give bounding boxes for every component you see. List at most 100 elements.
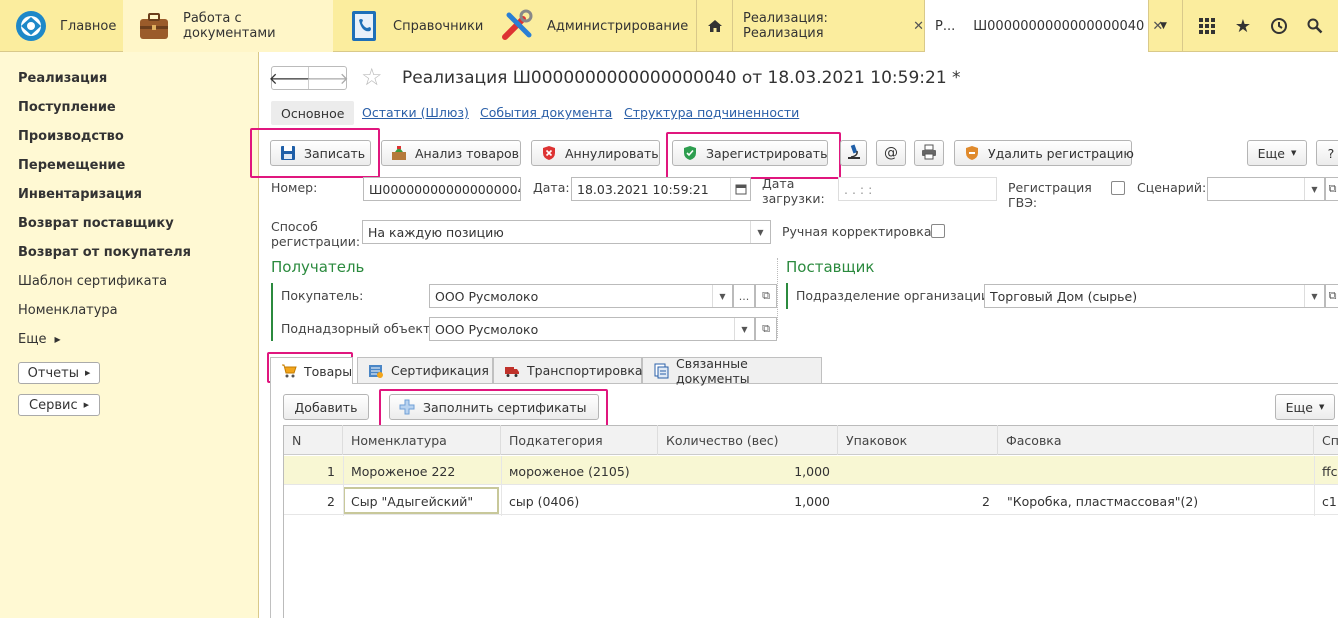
column-header[interactable]: N [284,425,343,455]
open-icon[interactable]: ⧉ [755,317,777,341]
annul-button[interactable]: Аннулировать [531,140,660,166]
search-icon[interactable] [1297,18,1333,34]
method-field[interactable]: На каждую позицию ▼ [362,220,771,244]
nav-more-label: Еще [18,332,47,347]
top-tools: ★ [1182,0,1338,52]
nav-item[interactable]: Поступление [18,100,116,115]
column-header[interactable]: Количество (вес) [658,425,838,455]
tools-icon [501,9,535,43]
scenario-field[interactable]: ▼ [1207,177,1325,201]
subtab-gateway-balances[interactable]: Остатки (Шлюз) [362,105,469,120]
cart-icon [281,363,297,379]
column-header[interactable]: Сп [1314,425,1338,455]
grid-menu-icon[interactable] [1189,18,1225,34]
forward-arrow-icon[interactable]: 🡒 [306,67,349,89]
back-arrow-icon[interactable]: 🡐 [269,67,311,89]
cell-name[interactable]: Сыр "Адыгейский" [351,487,497,515]
open-tab-realization-list[interactable]: Реализация: Реализация ✕ [732,0,924,52]
open-icon[interactable]: ⧉ [1325,284,1338,308]
open-tab-title: Ш0000000000000000040 [973,18,1145,34]
column-header[interactable]: Номенклатура [343,425,501,455]
add-button[interactable]: Добавить [283,394,369,420]
tab-certification[interactable]: Сертификация [357,357,493,383]
nav-item[interactable]: Реализация [18,71,107,86]
favorite-star-icon[interactable]: ☆ [361,64,383,90]
date-value: 18.03.2021 10:59:21 [577,181,709,197]
column-header[interactable]: Фасовка [998,425,1314,455]
home-tab[interactable] [696,0,732,52]
section-admin[interactable]: Администрирование [487,0,696,52]
document-title: Реализация Ш0000000000000000040 от 18.03… [402,68,961,88]
buyer-select-button[interactable]: ... [733,284,755,308]
section-refs[interactable]: Справочники [333,0,487,52]
method-label: Способ регистрации: [271,219,361,249]
calendar-icon[interactable] [730,178,750,200]
tab-related-docs-label: Связанные документы [676,355,750,386]
history-icon[interactable] [1261,17,1297,35]
gve-registration-checkbox[interactable] [1111,181,1125,195]
subtab-main[interactable]: Основное [271,101,355,125]
microscope-button[interactable] [840,140,867,166]
service-button[interactable]: Сервис ▶ [18,394,100,416]
nav-more[interactable]: Еще ▶ [18,332,61,347]
microscope-icon [846,144,862,163]
chevron-down-icon[interactable]: ▼ [734,318,754,340]
section-home[interactable]: Главное [0,0,123,52]
nav-item[interactable]: Шаблон сертификата [18,274,167,289]
number-field[interactable]: Ш0000000000000000040 [363,177,521,201]
tabs-dropdown[interactable]: ▼ [1148,0,1182,52]
more-label: Еще [1257,145,1285,161]
table-more-button[interactable]: Еще ▼ [1275,394,1335,420]
table-more-label: Еще [1285,399,1313,415]
chevron-down-icon[interactable]: ▼ [750,221,770,243]
chevron-down-icon[interactable]: ▼ [1304,178,1324,200]
tab-certification-label: Сертификация [391,363,489,378]
help-label: ? [1327,145,1335,161]
nav-item[interactable]: Возврат от покупателя [18,245,191,260]
recipient-group-bar [271,283,273,341]
nav-item[interactable]: Производство [18,129,124,144]
email-button[interactable]: @ [876,140,906,166]
cell-subcategory: мороженое (2105) [509,463,630,479]
nav-item[interactable]: Возврат поставщику [18,216,174,231]
subtab-document-events[interactable]: События документа [480,105,612,120]
nav-item[interactable]: Номенклатура [18,303,118,318]
service-label: Сервис [29,397,78,413]
highlight-frame-register [666,132,841,179]
analyze-goods-button[interactable]: Анализ товаров [381,140,521,166]
more-button[interactable]: Еще ▼ [1247,140,1307,166]
documents-icon [653,363,669,379]
tab-related-docs[interactable]: Связанные документы [642,355,822,386]
column-header[interactable]: Подкатегория [501,425,658,455]
object-field[interactable]: ООО Русмолоко ▼ [429,317,755,341]
open-tab-current[interactable]: Р... Ш0000000000000000040 ✕ [924,0,1163,52]
chevron-down-icon: ▼ [1318,403,1325,411]
section-docs[interactable]: Работа с документами [123,0,333,52]
close-icon[interactable]: ✕ [913,19,924,34]
nav-item[interactable]: Перемещение [18,158,125,173]
subtab-hierarchy[interactable]: Структура подчиненности [624,105,799,120]
analyze-goods-label: Анализ товаров [415,145,520,161]
open-icon[interactable]: ⧉ [1325,177,1338,201]
home-logo-icon [14,9,48,43]
column-header[interactable]: Упаковок [838,425,998,455]
chevron-down-icon[interactable]: ▼ [712,285,732,307]
help-button[interactable]: ? [1316,140,1338,166]
manual-correction-checkbox[interactable] [931,224,945,238]
certificate-icon [368,363,384,379]
chevron-down-icon[interactable]: ▼ [1304,285,1324,307]
date-field[interactable]: 18.03.2021 10:59:21 [571,177,751,201]
star-icon[interactable]: ★ [1225,16,1261,37]
tab-goods[interactable]: Товары [270,357,353,384]
buyer-field[interactable]: ООО Русмолоко ▼ [429,284,733,308]
gve-registration-label: Регистрация ГВЭ: [1008,180,1092,210]
tab-transport[interactable]: Транспортировка [493,357,643,383]
section-admin-label: Администрирование [547,18,689,34]
print-button[interactable] [914,140,944,166]
delete-registration-button[interactable]: Удалить регистрацию [954,140,1134,166]
department-field[interactable]: Торговый Дом (сырье) ▼ [984,284,1325,308]
nav-item[interactable]: Инвентаризация [18,187,142,202]
reports-label: Отчеты [27,365,79,381]
reports-button[interactable]: Отчеты ▶ [18,362,100,384]
open-icon[interactable]: ⧉ [755,284,777,308]
